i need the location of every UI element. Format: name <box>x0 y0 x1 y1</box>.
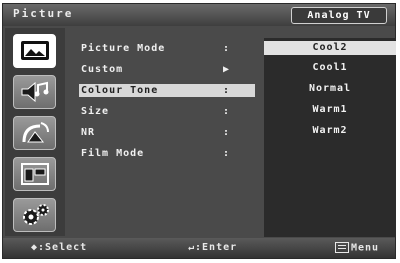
menu-item-marker: : <box>223 127 231 138</box>
sidebar-item-setup[interactable] <box>13 157 56 191</box>
menu-key-icon <box>335 242 349 253</box>
picture-icon <box>21 41 49 60</box>
setup-icon <box>21 163 49 185</box>
menu-item-nr[interactable]: NR : <box>79 126 255 139</box>
menu-item-colour-tone[interactable]: Colour Tone : <box>79 84 255 97</box>
tv-menu-window: Picture Analog TV Picture Mode: Custom … <box>2 3 396 259</box>
menu-item-marker: : <box>223 43 231 54</box>
option-cool2[interactable]: Cool2 <box>264 41 396 55</box>
input-source-badge: Analog TV <box>291 7 387 24</box>
option-warm2[interactable]: Warm2 <box>264 124 396 138</box>
sidebar-item-sound[interactable] <box>13 75 56 109</box>
menu-item-label: NR <box>81 127 96 138</box>
sidebar-item-channel[interactable] <box>13 116 56 150</box>
menu-title: Picture <box>13 7 74 20</box>
menu-item-marker: : <box>223 106 231 117</box>
picture-menu-list: Picture Mode : Custom ▶ Colour Tone : Si… <box>71 32 261 232</box>
menu-item-label: Size <box>81 106 110 117</box>
category-sidebar <box>5 28 65 236</box>
menu-item-label: Colour Tone <box>81 85 159 96</box>
sound-icon <box>21 81 49 103</box>
sidebar-item-picture[interactable] <box>13 34 56 68</box>
channel-icon <box>22 122 49 143</box>
button-guide-bar: ◆:Select ↵:Enter Menu <box>3 238 395 258</box>
option-cool1[interactable]: Cool1 <box>264 61 396 75</box>
menu-item-film-mode[interactable]: Film Mode : <box>79 147 255 160</box>
menu-item-custom[interactable]: Custom ▶ <box>79 63 255 76</box>
option-normal[interactable]: Normal <box>264 82 396 96</box>
menu-item-marker: : <box>223 148 231 159</box>
colour-tone-options: Cool2 Cool1 Normal Warm1 Warm2 <box>264 38 396 237</box>
sidebar-item-settings[interactable] <box>13 198 56 232</box>
menu-item-label: Film Mode <box>81 148 145 159</box>
menu-item-size[interactable]: Size : <box>79 105 255 118</box>
settings-icon <box>23 204 49 225</box>
option-warm1[interactable]: Warm1 <box>264 103 396 117</box>
submenu-arrow-icon: ▶ <box>223 64 231 75</box>
menu-hint-label: Menu <box>351 242 380 254</box>
title-bar: Picture Analog TV <box>3 4 395 26</box>
menu-item-picture-mode[interactable]: Picture Mode : <box>79 42 255 55</box>
menu-item-label: Custom <box>81 64 124 75</box>
menu-item-marker: : <box>223 85 231 96</box>
enter-hint: ↵:Enter <box>188 242 238 253</box>
select-hint: ◆:Select <box>31 242 88 253</box>
menu-hint: Menu <box>335 242 379 255</box>
menu-item-label: Picture Mode <box>81 43 166 54</box>
